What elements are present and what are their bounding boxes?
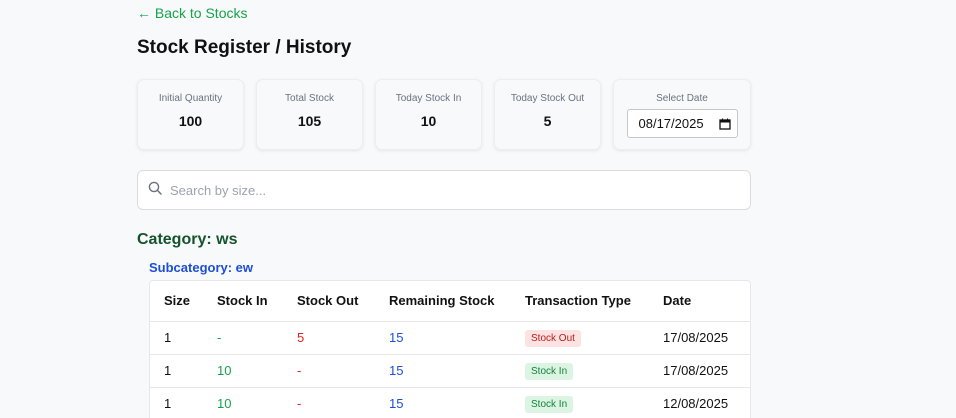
page-title: Stock Register / History (137, 37, 352, 58)
transaction-badge-stock-in: Stock In (525, 362, 574, 380)
stat-label: Today Stock In (395, 93, 462, 104)
cell-size: 1 (150, 354, 217, 388)
column-header-remaining-stock: Remaining Stock (389, 281, 525, 322)
cell-stock-in: - (217, 321, 297, 355)
table-row: 1 - 5 15 Stock Out 17/08/2025 (150, 321, 750, 355)
cell-remaining-stock: 15 (389, 387, 525, 418)
stat-value: 5 (543, 113, 552, 129)
stats-cards: Initial Quantity 100 Total Stock 105 Tod… (137, 79, 751, 150)
column-header-stock-in: Stock In (217, 281, 297, 322)
cell-stock-out: 5 (297, 321, 389, 355)
stock-history-table: Size Stock In Stock Out Remaining Stock … (149, 280, 751, 418)
search-icon (148, 181, 162, 200)
stat-label: Today Stock Out (510, 93, 585, 104)
subcategory-heading: Subcategory: ew (149, 260, 254, 275)
stat-value: 105 (297, 113, 322, 129)
cell-stock-in: 10 (217, 387, 297, 418)
date-picker-card: Select Date 08/17/2025 (613, 79, 751, 150)
category-heading: Category: ws (137, 231, 238, 248)
back-to-stocks-link[interactable]: ← Back to Stocks (137, 4, 247, 22)
date-value: 08/17/2025 (638, 116, 704, 131)
stat-card-initial-quantity: Initial Quantity 100 (137, 79, 244, 150)
calendar-icon[interactable] (718, 118, 731, 130)
table-row: 1 10 - 15 Stock In 12/08/2025 (150, 387, 750, 418)
stat-label: Initial Quantity (158, 93, 223, 104)
transaction-badge-stock-in: Stock In (525, 395, 574, 413)
stat-label: Total Stock (285, 93, 334, 104)
date-input[interactable]: 08/17/2025 (626, 109, 738, 138)
table-header-row: Size Stock In Stock Out Remaining Stock … (150, 281, 750, 322)
cell-date: 17/08/2025 (663, 321, 750, 355)
cell-transaction-type: Stock In (525, 354, 663, 388)
column-header-size: Size (150, 281, 217, 322)
cell-size: 1 (150, 387, 217, 418)
table-row: 1 10 - 15 Stock In 17/08/2025 (150, 354, 750, 388)
column-header-date: Date (663, 281, 750, 322)
search-box (137, 170, 751, 210)
transaction-badge-stock-out: Stock Out (525, 329, 581, 347)
column-header-transaction-type: Transaction Type (525, 281, 663, 322)
cell-transaction-type: Stock Out (525, 321, 663, 355)
stat-value: 100 (178, 113, 203, 129)
cell-remaining-stock: 15 (389, 321, 525, 355)
cell-size: 1 (150, 321, 217, 355)
stat-card-total-stock: Total Stock 105 (256, 79, 363, 150)
stat-card-today-stock-in: Today Stock In 10 (375, 79, 482, 150)
cell-stock-in: 10 (217, 354, 297, 388)
stat-card-today-stock-out: Today Stock Out 5 (494, 79, 601, 150)
cell-remaining-stock: 15 (389, 354, 525, 388)
column-header-stock-out: Stock Out (297, 281, 389, 322)
date-picker-label: Select Date (656, 93, 708, 104)
cell-stock-out: - (297, 354, 389, 388)
cell-transaction-type: Stock In (525, 387, 663, 418)
cell-date: 12/08/2025 (663, 387, 750, 418)
search-input[interactable] (170, 182, 730, 198)
cell-date: 17/08/2025 (663, 354, 750, 388)
stat-value: 10 (420, 113, 437, 129)
cell-stock-out: - (297, 387, 389, 418)
